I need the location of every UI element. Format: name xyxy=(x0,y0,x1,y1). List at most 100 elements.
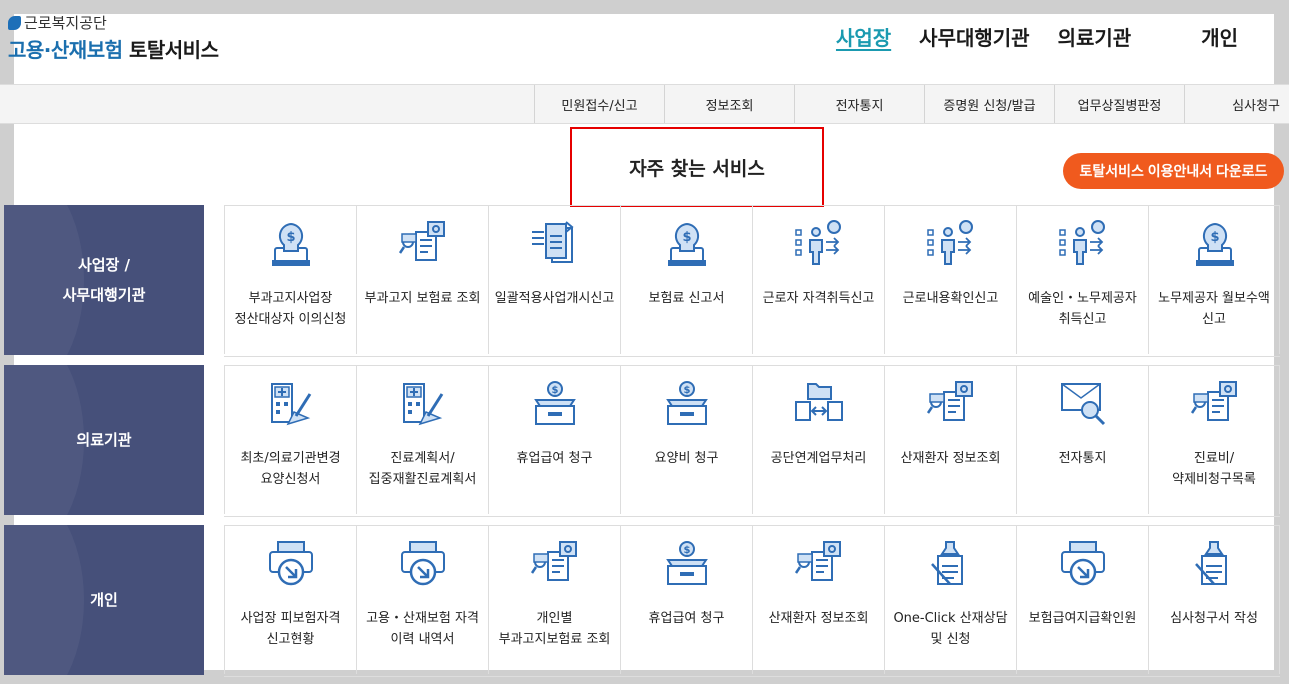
site-title-dark: 토탈서비스 xyxy=(128,38,219,62)
service-item-label: 개인별 부과고지보험료 조회 xyxy=(498,611,611,647)
service-item[interactable]: 예술인・노무제공자 취득신고 xyxy=(1016,206,1148,354)
money-bulb-icon: $ xyxy=(272,222,310,266)
printer-download-icon xyxy=(401,541,445,586)
folder-exchange-icon xyxy=(795,383,843,421)
service-grid: 최초/의료기관변경 요양신청서 진료계획서/집중재활진료계획서 $ 휴업급여 청구 $ 요… xyxy=(224,365,1280,517)
site-title-blue: 고용·산재보험 xyxy=(8,38,123,62)
service-item-label: 일괄적용사업개시신고 xyxy=(494,291,615,306)
document-search-icon xyxy=(794,541,841,581)
service-item[interactable]: 심사청구서 작성 xyxy=(1148,526,1280,674)
service-item[interactable]: 진료비/약제비청구목록 xyxy=(1148,366,1280,514)
stamp-document-icon xyxy=(931,541,963,585)
service-item-label: 보험료 신고서 xyxy=(648,291,725,306)
service-grid: 사업장 피보험자격 신고현황 고용・산재보험 자격 이력 내역서 개인별 부과고지보… xyxy=(224,525,1280,677)
service-item-label: 휴업급여 청구 xyxy=(516,451,593,466)
service-item[interactable]: 공단연계업무처리 xyxy=(752,366,884,514)
section-workplace: 사업장 / 사무대행기관 $ 부과고지사업장 정산대상자 이의신청 부과고지 보험료 … xyxy=(4,205,1284,357)
service-item[interactable]: 근로내용확인신고 xyxy=(884,206,1016,354)
section-label: 사업장 / 사무대행기관 xyxy=(4,205,204,355)
subnav-info[interactable]: 정보조회 xyxy=(664,85,794,123)
svg-text:$: $ xyxy=(552,385,559,396)
document-search-icon xyxy=(530,541,577,581)
svg-text:$: $ xyxy=(684,385,691,396)
service-item[interactable]: 산재환자 정보조회 xyxy=(752,526,884,674)
service-item-label: 진료계획서/집중재활진료계획서 xyxy=(368,451,477,487)
gnb-personal[interactable]: 개인 xyxy=(1201,22,1238,51)
service-item-label: 부과고지사업장 정산대상자 이의신청 xyxy=(234,291,347,327)
service-item[interactable]: $ 휴업급여 청구 xyxy=(620,526,752,674)
service-item-label: 요양비 청구 xyxy=(654,451,719,466)
subnav-disease[interactable]: 업무상질병판정 xyxy=(1054,85,1184,123)
service-item[interactable]: 사업장 피보험자격 신고현황 xyxy=(224,526,356,674)
service-item-label: 고용・산재보험 자격 이력 내역서 xyxy=(366,611,479,647)
section-label: 개인 xyxy=(4,525,204,675)
section-label-line1: 의료기관 xyxy=(76,431,132,449)
service-item-label: 전자통지 xyxy=(1058,451,1107,466)
org-logo[interactable]: 근로복지공단 xyxy=(8,12,107,33)
service-item[interactable]: 최초/의료기관변경 요양신청서 xyxy=(224,366,356,514)
service-item[interactable]: 보험급여지급확인원 xyxy=(1016,526,1148,674)
service-item[interactable]: $ 노무제공자 월보수액 신고 xyxy=(1148,206,1280,354)
sub-nav: 민원접수/신고 정보조회 전자통지 증명원 신청/발급 업무상질병판정 심사청구 xyxy=(534,85,1284,123)
section-label-line2: 사무대행기관 xyxy=(62,286,146,304)
service-item[interactable]: $ 부과고지사업장 정산대상자 이의신청 xyxy=(224,206,356,354)
site-title[interactable]: 고용·산재보험 토탈서비스 xyxy=(8,34,219,63)
service-item-label: 산재환자 정보조회 xyxy=(768,611,869,626)
document-search-icon xyxy=(926,381,973,421)
service-item[interactable]: $ 요양비 청구 xyxy=(620,366,752,514)
subnav-certificate[interactable]: 증명원 신청/발급 xyxy=(924,85,1054,123)
money-bulb-icon: $ xyxy=(1196,222,1234,266)
subnav-notice[interactable]: 전자통지 xyxy=(794,85,924,123)
service-item[interactable]: $ 휴업급여 청구 xyxy=(488,366,620,514)
service-grid: $ 부과고지사업장 정산대상자 이의신청 부과고지 보험료 조회 일괄적용사업개시신고… xyxy=(224,205,1280,357)
service-item-label: 산재환자 정보조회 xyxy=(900,451,1001,466)
service-item-label: 부과고지 보험료 조회 xyxy=(364,291,481,306)
person-chart-icon xyxy=(1059,220,1105,265)
service-item[interactable]: 산재환자 정보조회 xyxy=(884,366,1016,514)
section-label-line1: 개인 xyxy=(90,591,118,609)
document-search-icon xyxy=(1190,381,1237,421)
gnb-workplace[interactable]: 사업장 xyxy=(836,22,891,51)
person-chart-icon xyxy=(795,220,841,265)
hospital-pen-icon xyxy=(271,383,312,426)
favorites-title: 자주 찾는 서비스 xyxy=(570,127,824,207)
service-item-label: 보험급여지급확인원 xyxy=(1028,611,1137,626)
stamp-document-icon xyxy=(1195,541,1227,585)
subnav-petition[interactable]: 민원접수/신고 xyxy=(534,85,664,123)
guide-download-button[interactable]: 토탈서비스 이용안내서 다운로드 xyxy=(1063,153,1284,189)
service-item[interactable]: 전자통지 xyxy=(1016,366,1148,514)
service-item[interactable]: 개인별 부과고지보험료 조회 xyxy=(488,526,620,674)
org-name: 근로복지공단 xyxy=(24,14,107,32)
service-item-label: 노무제공자 월보수액 신고 xyxy=(1158,291,1270,327)
service-item-label: 근로내용확인신고 xyxy=(902,291,999,306)
service-item-label: 근로자 자격취득신고 xyxy=(762,291,875,306)
service-item-label: 휴업급여 청구 xyxy=(648,611,725,626)
service-item[interactable]: 근로자 자격취득신고 xyxy=(752,206,884,354)
service-item[interactable]: $ 보험료 신고서 xyxy=(620,206,752,354)
svg-text:$: $ xyxy=(682,230,691,245)
page: 근로복지공단 고용·산재보험 토탈서비스 사업장 사무대행기관 의료기관 개인 … xyxy=(0,14,1289,677)
service-item-label: 공단연계업무처리 xyxy=(770,451,867,466)
service-item[interactable]: One-Click 산재상담 및 신청 xyxy=(884,526,1016,674)
service-item-label: One-Click 산재상담 및 신청 xyxy=(893,611,1008,647)
service-item[interactable]: 고용・산재보험 자격 이력 내역서 xyxy=(356,526,488,674)
svg-text:$: $ xyxy=(1210,230,1219,245)
subnav-review[interactable]: 심사청구 xyxy=(1184,85,1284,123)
svg-text:$: $ xyxy=(684,545,691,556)
section-label: 의료기관 xyxy=(4,365,204,515)
service-item[interactable]: 일괄적용사업개시신고 xyxy=(488,206,620,354)
printer-download-icon xyxy=(1061,541,1105,586)
gnb-agency[interactable]: 사무대행기관 xyxy=(919,22,1029,51)
service-item-label: 예술인・노무제공자 취득신고 xyxy=(1028,291,1137,327)
money-box-icon: $ xyxy=(666,381,708,425)
service-item-label: 사업장 피보험자격 신고현황 xyxy=(240,611,341,647)
section-personal: 개인 사업장 피보험자격 신고현황 고용・산재보험 자격 이력 내역서 개인별 부과… xyxy=(4,525,1284,677)
service-item[interactable]: 진료계획서/집중재활진료계획서 xyxy=(356,366,488,514)
service-item-label: 최초/의료기관변경 요양신청서 xyxy=(240,451,341,487)
gnb-medical[interactable]: 의료기관 xyxy=(1058,22,1132,51)
hospital-pen-icon xyxy=(403,383,444,426)
service-item-label: 진료비/약제비청구목록 xyxy=(1172,451,1256,487)
section-label-line1: 사업장 / xyxy=(77,256,131,274)
person-chart-icon xyxy=(927,220,973,265)
service-item[interactable]: 부과고지 보험료 조회 xyxy=(356,206,488,354)
